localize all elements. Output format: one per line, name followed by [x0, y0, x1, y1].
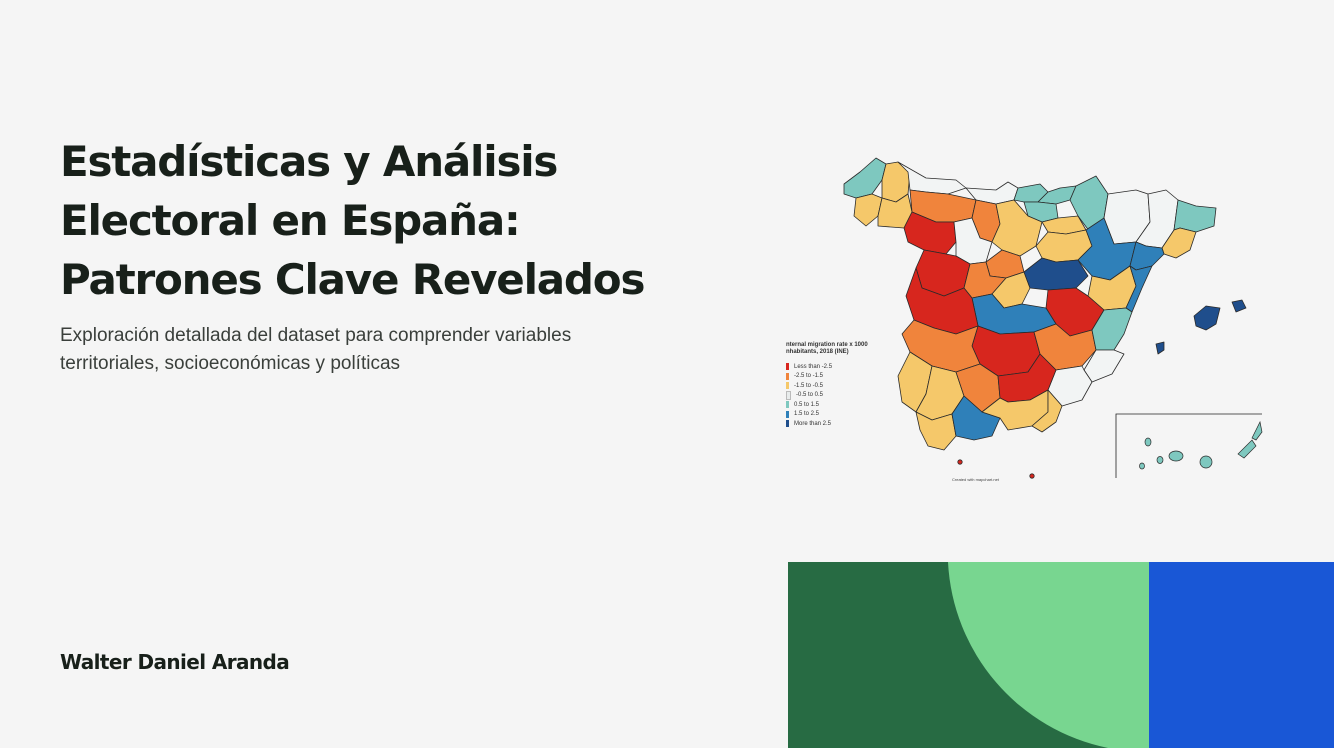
subtitle-line-1: Exploración detallada del dataset para c…: [60, 325, 572, 346]
legend-swatch: [786, 363, 789, 371]
province-guadalajara: [1023, 257, 1089, 291]
canary-islands-inset: [1115, 413, 1263, 478]
legend-swatch: [786, 382, 789, 390]
island-menorca: [1231, 299, 1247, 313]
legend-title-line-1: nternal migration rate x 1000: [786, 342, 868, 348]
title-line-1: Estadísticas y Análisis: [60, 137, 558, 186]
map-credit: Created with mapchart.net: [952, 477, 999, 482]
legend-label: -0.5 to 0.5: [796, 392, 824, 399]
legend-label: -1.5 to -0.5: [794, 382, 824, 389]
map-legend: nternal migration rate x 1000 nhabitants…: [786, 342, 896, 429]
title-line-2: Electoral en España:: [60, 196, 521, 245]
legend-swatch: [786, 390, 791, 400]
island-mallorca: [1193, 305, 1221, 331]
deco-blue-block: [1149, 562, 1334, 748]
legend-label: More than 2.5: [794, 420, 832, 427]
legend-label: -2.5 to -1.5: [794, 373, 824, 380]
legend-item: More than 2.5: [786, 419, 896, 429]
legend-label: 0.5 to 1.5: [794, 401, 820, 408]
legend-item: -2.5 to -1.5: [786, 372, 896, 382]
legend-swatch: [786, 372, 789, 380]
legend-item: 0.5 to 1.5: [786, 400, 896, 410]
legend-label: Less than -2.5: [794, 363, 833, 370]
ceuta-dot: [957, 459, 963, 465]
legend-item: Less than -2.5: [786, 362, 896, 372]
legend-swatch: [786, 401, 789, 409]
melilla-dot: [1029, 473, 1035, 479]
province-a-coruna: [843, 157, 887, 199]
legend-item: 1.5 to 2.5: [786, 410, 896, 420]
island-ibiza: [1155, 341, 1165, 355]
decorative-shapes: [788, 562, 1334, 748]
title-line-3: Patrones Clave Revelados: [60, 255, 645, 304]
slide-subtitle: Exploración detallada del dataset para c…: [60, 322, 680, 378]
province-girona: [1173, 199, 1217, 233]
legend-item: -0.5 to 0.5: [786, 390, 896, 401]
spain-migration-map: [843, 157, 1263, 479]
legend-item: -1.5 to -0.5: [786, 381, 896, 391]
legend-title-line-2: nhabitants, 2018 (INE): [786, 349, 849, 355]
legend-swatch: [786, 420, 789, 428]
legend-label: 1.5 to 2.5: [794, 411, 820, 418]
slide-title: Estadísticas y Análisis Electoral en Esp…: [60, 132, 700, 309]
subtitle-line-2: territoriales, socioeconómicas y polític…: [60, 353, 401, 374]
legend-swatch: [786, 410, 789, 418]
author-name: Walter Daniel Aranda: [60, 650, 290, 674]
legend-title: nternal migration rate x 1000 nhabitants…: [786, 342, 896, 356]
